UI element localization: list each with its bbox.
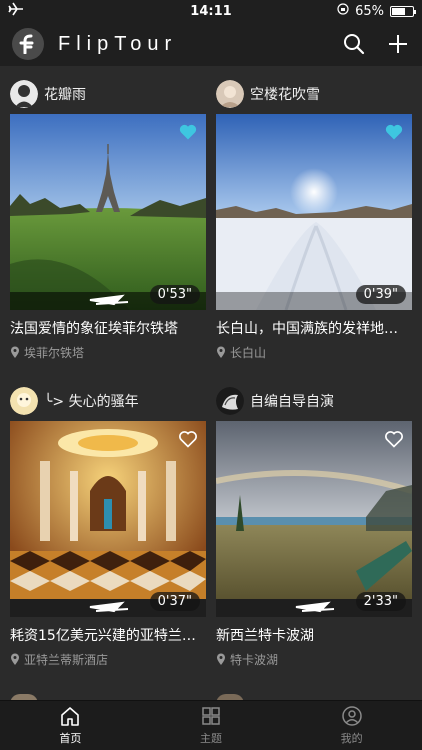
airplane-icon bbox=[8, 2, 24, 20]
video-card[interactable]: 自编自导自演 2'33" 新西兰特卡波湖 特卡波湖 bbox=[216, 381, 412, 668]
location-pin-icon bbox=[11, 653, 19, 665]
grid-icon bbox=[202, 707, 220, 725]
card-user[interactable]: ╰> 失心的骚年 bbox=[10, 381, 206, 421]
heart-outline-icon bbox=[179, 431, 197, 448]
tab-label: 主题 bbox=[200, 732, 222, 745]
username[interactable]: 自编自导自演 bbox=[250, 391, 334, 411]
home-icon bbox=[61, 707, 80, 726]
duration-badge: 0'53" bbox=[149, 285, 200, 304]
hotel-lobby-image bbox=[10, 421, 206, 617]
location-pin-icon bbox=[217, 346, 225, 358]
username[interactable]: 花瓣雨 bbox=[44, 84, 86, 104]
avatar[interactable] bbox=[10, 387, 38, 415]
video-title[interactable]: 耗资15亿美元兴建的亚特兰… bbox=[10, 625, 206, 645]
eiffel-tower-image bbox=[10, 114, 206, 310]
location-label: 长白山 bbox=[230, 346, 267, 360]
avatar[interactable] bbox=[10, 80, 38, 108]
location-pin-icon bbox=[11, 346, 19, 358]
tab-topics[interactable]: 主题 bbox=[141, 701, 282, 750]
like-button[interactable] bbox=[384, 122, 404, 142]
status-bar: 14:11 65% bbox=[0, 0, 422, 22]
like-button[interactable] bbox=[178, 429, 198, 449]
avatar[interactable] bbox=[216, 80, 244, 108]
username[interactable]: ╰> 失心的骚年 bbox=[44, 391, 139, 411]
avatar[interactable] bbox=[216, 387, 244, 415]
video-card[interactable]: 花瓣雨 0'53" 法国爱情的象征埃菲尔铁塔 埃菲尔铁塔 bbox=[10, 74, 206, 361]
heart-outline-icon bbox=[385, 431, 403, 448]
user-icon bbox=[341, 706, 362, 726]
tab-label: 首页 bbox=[59, 732, 82, 745]
location-label: 亚特兰蒂斯酒店 bbox=[24, 653, 109, 667]
battery-icon bbox=[390, 5, 416, 17]
plus-icon bbox=[389, 35, 407, 53]
video-title[interactable]: 新西兰特卡波湖 bbox=[216, 625, 412, 645]
video-thumbnail[interactable]: 0'39" bbox=[216, 114, 412, 310]
card-user[interactable]: 自编自导自演 bbox=[216, 381, 412, 421]
lake-tekapo-image bbox=[216, 421, 412, 617]
video-thumbnail[interactable]: 0'53" bbox=[10, 114, 206, 310]
battery-percent: 65% bbox=[355, 3, 384, 19]
location[interactable]: 长白山 bbox=[216, 344, 412, 361]
video-feed[interactable]: 花瓣雨 0'53" 法国爱情的象征埃菲尔铁塔 埃菲尔铁塔 空楼花吹雪 0'39"… bbox=[0, 66, 422, 700]
video-thumbnail[interactable]: 2'33" bbox=[216, 421, 412, 617]
location-label: 埃菲尔铁塔 bbox=[24, 346, 85, 360]
rotation-lock-icon bbox=[337, 3, 349, 19]
app-logo bbox=[12, 28, 44, 60]
duration-badge: 0'37" bbox=[149, 592, 200, 611]
status-left bbox=[8, 2, 128, 20]
video-card[interactable]: ╰> 失心的骚年 0'37" 耗资15亿美元兴建的亚特兰… 亚特兰蒂斯酒店 bbox=[10, 381, 206, 668]
status-time: 14:11 bbox=[190, 3, 232, 19]
app-title: FlipTour bbox=[58, 32, 178, 55]
location-label: 特卡波湖 bbox=[230, 653, 279, 667]
username[interactable]: 空楼花吹雪 bbox=[250, 84, 320, 104]
search-icon bbox=[344, 34, 365, 55]
duration-badge: 0'39" bbox=[355, 285, 406, 304]
card-user[interactable]: 空楼花吹雪 bbox=[216, 74, 412, 114]
card-user[interactable]: 花瓣雨 bbox=[10, 74, 206, 114]
search-button[interactable] bbox=[342, 32, 366, 56]
location[interactable]: 特卡波湖 bbox=[216, 651, 412, 668]
status-right: 65% bbox=[294, 3, 416, 19]
location[interactable]: 埃菲尔铁塔 bbox=[10, 344, 206, 361]
video-card[interactable]: 空楼花吹雪 0'39" 长白山，中国满族的发祥地… 长白山 bbox=[216, 74, 412, 361]
bottom-tab-bar: 首页 主题 我的 bbox=[0, 700, 422, 750]
tab-home[interactable]: 首页 bbox=[0, 701, 141, 750]
location-pin-icon bbox=[217, 653, 225, 665]
add-button[interactable] bbox=[386, 32, 410, 56]
snow-mountain-image bbox=[216, 114, 412, 310]
video-thumbnail[interactable]: 0'37" bbox=[10, 421, 206, 617]
video-title[interactable]: 法国爱情的象征埃菲尔铁塔 bbox=[10, 318, 206, 338]
tab-label: 我的 bbox=[340, 732, 363, 745]
video-title[interactable]: 长白山，中国满族的发祥地… bbox=[216, 318, 412, 338]
tab-profile[interactable]: 我的 bbox=[281, 701, 422, 750]
like-button[interactable] bbox=[178, 122, 198, 142]
like-button[interactable] bbox=[384, 429, 404, 449]
heart-filled-icon bbox=[179, 124, 197, 140]
duration-badge: 2'33" bbox=[355, 592, 406, 611]
location[interactable]: 亚特兰蒂斯酒店 bbox=[10, 651, 206, 668]
app-header: FlipTour bbox=[0, 22, 422, 66]
heart-filled-icon bbox=[385, 124, 403, 140]
header-actions bbox=[342, 32, 410, 56]
